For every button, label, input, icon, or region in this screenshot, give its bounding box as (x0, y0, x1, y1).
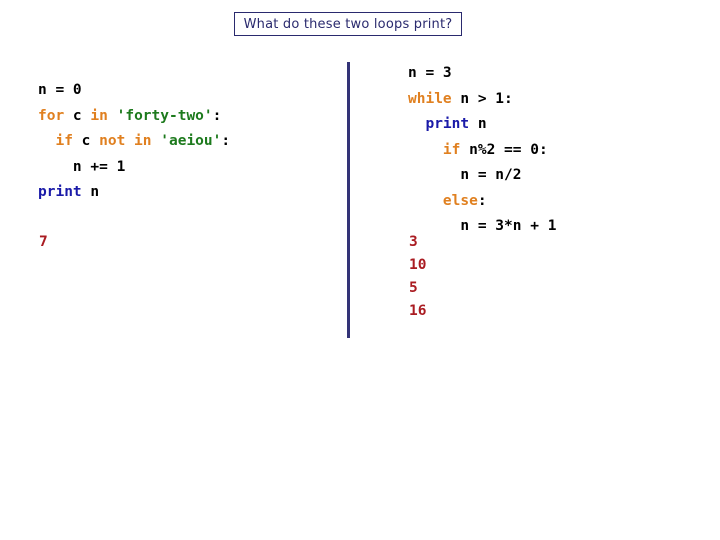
output-line: 5 (409, 280, 418, 296)
code-token: not in (99, 133, 152, 149)
code-token: n (469, 116, 487, 132)
code-line: n = 3 (408, 61, 556, 87)
code-line: n = 0 (38, 78, 230, 104)
code-token: c (72, 133, 100, 149)
code-token: 'forty-two' (116, 107, 213, 124)
right-output-block: 3 10 5 16 (409, 231, 426, 323)
output-line: 10 (409, 257, 427, 273)
code-token: in (90, 107, 108, 124)
code-token: : (212, 107, 222, 124)
code-token: : (477, 192, 487, 209)
output-line: 16 (409, 303, 427, 319)
code-line: n += 1 (38, 155, 230, 181)
code-token: n > 1: (451, 90, 513, 107)
code-line: print n (408, 112, 556, 138)
code-token: : (221, 133, 231, 149)
code-line: else: (408, 189, 556, 215)
right-code-block: n = 3 while n > 1: print n if n%2 == 0: n… (408, 61, 556, 240)
code-token: n = 0 (38, 82, 82, 98)
title-box: What do these two loops print? (234, 12, 462, 36)
code-line: for c in 'forty-two': (38, 104, 230, 130)
code-token: n%2 == 0: (460, 141, 548, 158)
code-token: print (425, 116, 470, 132)
output-line: 3 (409, 234, 418, 250)
page-title: What do these two loops print? (243, 16, 453, 32)
vertical-divider (347, 62, 350, 338)
code-token: c (64, 107, 91, 124)
code-token: while (408, 90, 452, 107)
code-line: while n > 1: (408, 87, 556, 113)
code-token: n += 1 (72, 158, 126, 175)
code-line: if n%2 == 0: (408, 138, 556, 164)
code-token: else (442, 192, 478, 209)
code-token: if (442, 141, 461, 158)
code-token: n = 3*n + 1 (460, 218, 557, 234)
output-line: 7 (39, 234, 48, 250)
code-line: n = 3*n + 1 (408, 214, 556, 240)
code-token: print (38, 184, 82, 200)
code-token: n = n/2 (460, 167, 522, 183)
code-token: for (38, 107, 65, 124)
code-token: n (81, 184, 100, 200)
code-token: 'aeiou' (160, 133, 222, 149)
code-line: print n (38, 180, 230, 206)
left-code-block: n = 0 for c in 'forty-two': if c not in '… (38, 78, 230, 206)
code-line: if c not in 'aeiou': (38, 129, 230, 155)
code-token: n = 3 (408, 65, 452, 81)
code-line: n = n/2 (408, 163, 556, 189)
code-token: if (55, 133, 73, 149)
left-output-block: 7 (39, 231, 48, 254)
